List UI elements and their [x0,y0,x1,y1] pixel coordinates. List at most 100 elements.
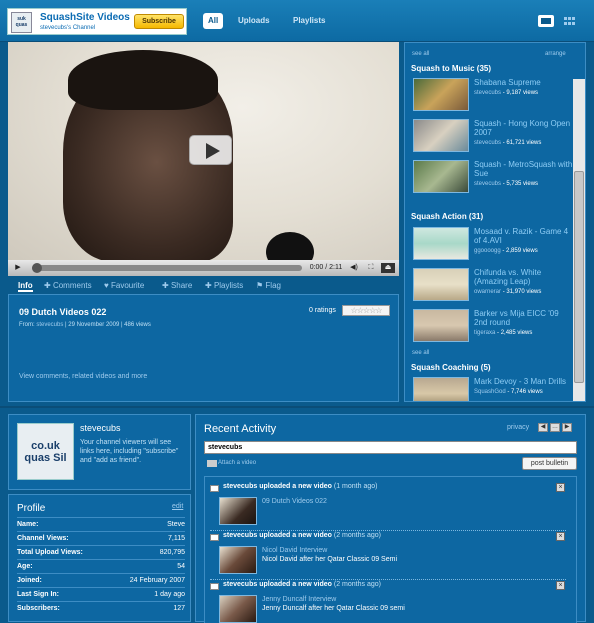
activity-video-link[interactable]: 09 Dutch Videos 022 [262,498,327,505]
video-thumbnail[interactable] [413,227,469,260]
see-all-link[interactable]: see all [412,51,429,57]
tab-share-label: Share [170,281,193,290]
post-bulletin-button[interactable]: post bulletin [522,457,577,470]
video-thumbnail[interactable] [413,160,469,193]
video-item-title[interactable]: Barker vs Mija EICC '09 2nd round [474,309,574,327]
star-rating[interactable]: ☆☆☆☆☆ [342,305,390,316]
privacy-link[interactable]: privacy [507,424,529,431]
playlist-video-item[interactable]: Squash - Hong Kong Open 2007 stevecubs -… [413,119,573,155]
tab-favourite[interactable]: ♥ Favourite [104,280,144,292]
tab-flag[interactable]: ⚑ Flag [256,280,281,292]
video-item-title[interactable]: Mark Devoy - 3 Man Drills [474,377,574,386]
profile-key: Name: [17,521,39,528]
playlist-video-item[interactable]: Shabana Supreme stevecubs - 9,187 views [413,78,573,114]
video-item-title[interactable]: Chifunda vs. White (Amazing Leap) [474,268,574,286]
activity-video-link[interactable]: Nicol David Interview [262,547,327,554]
video-item-meta: stevecubs - 9,187 views [474,90,538,96]
attach-video-icon[interactable] [207,460,217,467]
from-label: From: [19,322,35,328]
recent-activity-panel: Recent Activity privacy ◀ … ▶ stevecubs … [195,414,586,623]
video-thumbnail[interactable] [413,119,469,152]
tab-uploads[interactable]: Uploads [238,13,270,29]
video-item-user[interactable]: stevecubs [474,181,501,187]
see-all-link[interactable]: see all [412,350,429,356]
tab-playlists[interactable]: Playlists [293,13,325,29]
bulletin-input[interactable]: stevecubs [204,441,577,454]
video-player[interactable]: ▶ 0:00 / 2:11 ◀) ⛶ ⏏ [8,42,399,276]
playlist-video-item[interactable]: Barker vs Mija EICC '09 2nd round tigera… [413,309,573,345]
video-item-user[interactable]: SquashGod [474,389,506,395]
playlist-video-item[interactable]: Squash - MetroSquash with Sue stevecubs … [413,160,573,196]
channel-about-panel: co.uk quas Sil stevecubs Your channel vi… [8,414,191,490]
playlist-category[interactable]: Squash to Music (35) [411,64,491,73]
video-frame[interactable] [8,42,399,272]
video-thumbnail[interactable] [413,377,469,401]
tab-all[interactable]: All [203,13,224,29]
activity-header: stevecubs uploaded a new video (2 months… [223,581,381,588]
from-user-link[interactable]: stevecubs [36,322,63,328]
playlist-video-item[interactable]: Chifunda vs. White (Amazing Leap) owarne… [413,268,573,304]
playlist-category[interactable]: Squash Action (31) [411,212,483,221]
activity-user[interactable]: stevecubs [223,483,257,490]
video-item-title[interactable]: Squash - Hong Kong Open 2007 [474,119,574,137]
recent-activity-title: Recent Activity [204,423,277,435]
video-thumbnail[interactable] [413,309,469,342]
video-item-meta: stevecubs - 61,721 views [474,140,541,146]
video-tabs: Info ✚ Comments ♥ Favourite ✚ Share ✚ Pl… [8,278,399,294]
activity-video-link[interactable]: Jenny Duncalf Interview [262,596,336,603]
grid-view-icon[interactable] [562,15,578,27]
video-item-user[interactable]: stevecubs [474,90,501,96]
activity-video-thumbnail[interactable] [219,546,257,574]
subscribe-button[interactable]: Subscribe [134,14,184,29]
more-info-link[interactable]: View comments, related videos and more [19,373,147,380]
arrange-link[interactable]: arrange [545,51,566,57]
avatar[interactable]: co.uk quas Sil [17,423,74,480]
activity-video-thumbnail[interactable] [219,595,257,623]
activity-user[interactable]: stevecubs [223,581,257,588]
video-thumbnail[interactable] [413,78,469,111]
scrollbar-thumb[interactable] [574,171,584,383]
playlist-video-item[interactable]: Mosaad v. Razik - Game 4 of 4.AVI ggoooo… [413,227,573,263]
close-icon[interactable]: × [556,581,565,590]
activity-video-thumbnail[interactable] [219,497,257,525]
play-icon[interactable]: ▶ [12,263,24,273]
video-item-title[interactable]: Squash - MetroSquash with Sue [474,160,574,178]
video-item-user[interactable]: stevecubs [474,140,501,146]
video-item-user[interactable]: tigeraxa [474,330,495,336]
channel-thumbnail[interactable]: suk quas [11,12,32,33]
scrub-bar[interactable] [32,265,302,271]
channel-links-message: Your channel viewers will see links here… [80,439,179,464]
video-item-user[interactable]: ggoooogg [474,248,501,254]
attach-video-link[interactable]: Attach a video [218,460,256,466]
options-icon[interactable]: … [550,423,560,432]
close-icon[interactable]: × [556,483,565,492]
activity-action: uploaded a new video [259,532,332,539]
video-item-user[interactable]: owarnerar [474,289,501,295]
playlist-scrollbar[interactable] [573,79,585,401]
profile-row: Age: 54 [17,559,185,572]
profile-key: Channel Views: [17,535,69,542]
tab-playlists-video[interactable]: ✚ Playlists [205,280,243,292]
video-item-title[interactable]: Shabana Supreme [474,78,574,87]
video-meta: From: stevecubs | 29 November 2009 | 486… [19,322,151,328]
player-view-icon[interactable] [538,15,554,27]
activity-entry: stevecubs uploaded a new video (2 months… [210,581,566,623]
activity-user[interactable]: stevecubs [223,532,257,539]
tab-comments[interactable]: ✚ Comments [44,280,92,292]
channel-title[interactable]: SquashSite Videos [40,12,130,23]
play-overlay-button[interactable] [189,135,232,165]
eject-icon[interactable]: ⏏ [381,263,395,273]
playlist-video-item[interactable]: Mark Devoy - 3 Man Drills SquashGod - 7,… [413,377,574,401]
scrub-knob[interactable] [32,263,42,273]
next-icon[interactable]: ▶ [562,423,572,432]
prev-icon[interactable]: ◀ [538,423,548,432]
playlist-category[interactable]: Squash Coaching (5) [411,363,491,372]
volume-icon[interactable]: ◀) [346,263,362,273]
tab-share[interactable]: ✚ Share [162,280,192,292]
fullscreen-icon[interactable]: ⛶ [364,263,378,273]
tab-info[interactable]: Info [18,280,33,292]
video-thumbnail[interactable] [413,268,469,301]
profile-edit-link[interactable]: edit [172,503,183,510]
video-item-title[interactable]: Mosaad v. Razik - Game 4 of 4.AVI [474,227,574,245]
close-icon[interactable]: × [556,532,565,541]
